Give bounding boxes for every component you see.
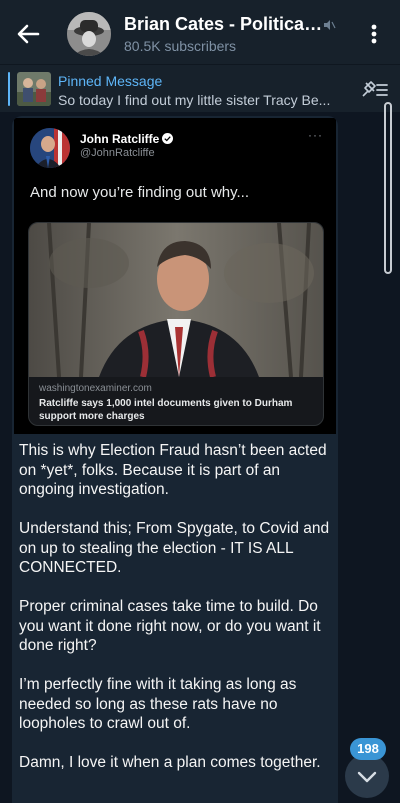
pinned-indicator: [8, 72, 10, 106]
message-text: This is why Election Fraud hasn’t been a…: [19, 441, 335, 792]
message-bubble[interactable]: John Ratcliffe @JohnRatcliffe ··· And no…: [12, 116, 338, 803]
link-card-title: Ratcliffe says 1,000 intel documents giv…: [39, 398, 293, 422]
message-paragraph: Understand this; From Spygate, to Covid …: [19, 520, 330, 576]
scrollbar[interactable]: [384, 102, 392, 274]
chat-area: John Ratcliffe @JohnRatcliffe ··· And no…: [0, 112, 400, 803]
tweet-text: And now you’re finding out why...: [30, 184, 250, 201]
channel-avatar[interactable]: [67, 12, 111, 56]
more-vertical-icon[interactable]: [364, 20, 384, 48]
unread-count-badge: 198: [350, 738, 386, 760]
tweet-avatar: [30, 128, 70, 168]
pinned-label: Pinned Message: [58, 73, 163, 89]
pin-list-icon[interactable]: [359, 79, 389, 101]
link-card-image: [29, 223, 323, 377]
tweet-author-handle: @JohnRatcliffe: [80, 147, 155, 159]
tweet-more-icon: ···: [308, 128, 323, 142]
pinned-preview: So today I find out my little sister Tra…: [58, 92, 331, 108]
chevron-down-icon: [357, 771, 377, 783]
chat-header: Brian Cates - Political... 80.5K subscri…: [0, 0, 400, 64]
muted-speaker-icon: [324, 20, 336, 30]
link-card: washingtonexaminer.com Ratcliffe says 1,…: [28, 222, 324, 426]
message-paragraph: Damn, I love it when a plan comes togeth…: [19, 754, 321, 771]
tweet-screenshot: John Ratcliffe @JohnRatcliffe ··· And no…: [14, 118, 336, 434]
channel-title[interactable]: Brian Cates - Political...: [124, 14, 324, 35]
tweet-author-name: John Ratcliffe: [80, 132, 174, 146]
message-paragraph: This is why Election Fraud hasn’t been a…: [19, 442, 327, 498]
pinned-message-bar[interactable]: Pinned Message So today I find out my li…: [0, 64, 400, 112]
pinned-thumbnail: [17, 72, 51, 106]
scroll-down-button[interactable]: [345, 754, 389, 798]
message-paragraph: I’m perfectly fine with it taking as lon…: [19, 676, 297, 732]
message-paragraph: Proper criminal cases take time to build…: [19, 598, 321, 654]
verified-check-icon: [162, 133, 174, 144]
back-arrow-icon[interactable]: [14, 20, 42, 48]
tweet-author-name-text: John Ratcliffe: [80, 132, 160, 146]
link-card-domain: washingtonexaminer.com: [39, 383, 152, 394]
subscriber-count: 80.5K subscribers: [124, 38, 237, 54]
